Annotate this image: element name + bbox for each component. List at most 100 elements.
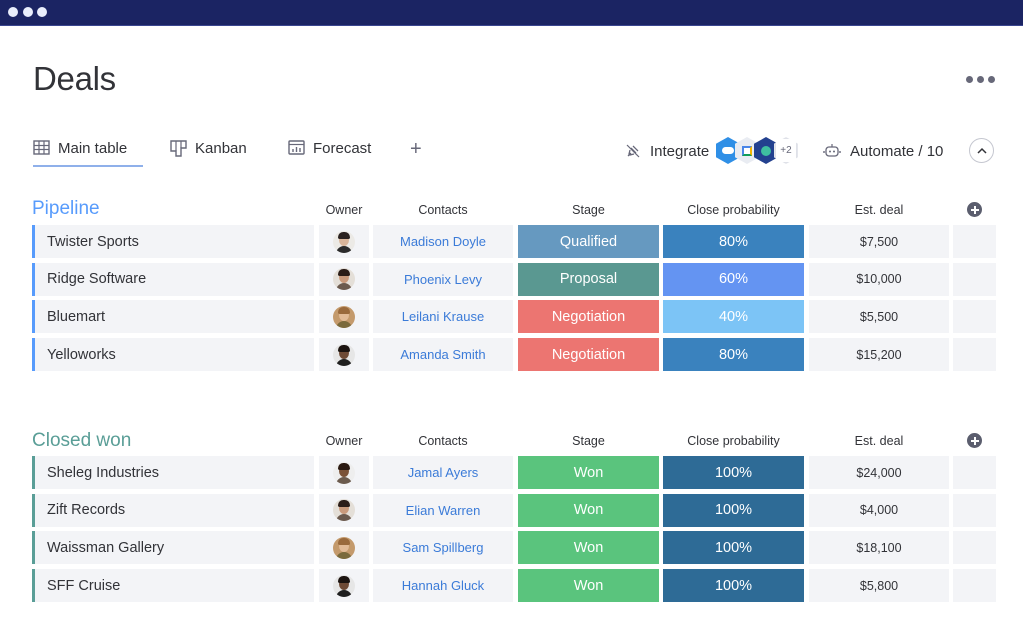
- est-deal-value[interactable]: $4,000: [809, 493, 949, 527]
- est-deal-value[interactable]: $15,200: [809, 338, 949, 372]
- column-header-stage[interactable]: Stage: [518, 203, 659, 217]
- close-probability[interactable]: 40%: [663, 300, 804, 334]
- item-name-cell[interactable]: Bluemart: [32, 300, 314, 334]
- table-row[interactable]: Yelloworks Amanda Smith Negotiation 80% $15,…: [32, 338, 996, 372]
- empty-cell[interactable]: [953, 569, 996, 603]
- owner-cell[interactable]: [319, 225, 369, 258]
- item-name: Sheleg Industries: [47, 464, 160, 481]
- est-deal-value[interactable]: $18,100: [809, 531, 949, 565]
- item-name-cell[interactable]: Sheleg Industries: [32, 456, 314, 489]
- add-column-button[interactable]: [967, 202, 982, 217]
- owner-cell[interactable]: [319, 531, 369, 565]
- table-row[interactable]: Waissman Gallery Sam Spillberg Won 100% $18,…: [32, 531, 996, 565]
- collapse-header-button[interactable]: [969, 138, 994, 163]
- add-view-button[interactable]: +: [410, 139, 422, 159]
- automate-button[interactable]: Automate / 10: [823, 138, 943, 164]
- column-header-contacts[interactable]: Contacts: [373, 434, 513, 448]
- window-dot-icon[interactable]: [37, 7, 47, 17]
- group-color-bar: [32, 225, 35, 258]
- contact-link[interactable]: Jamal Ayers: [373, 456, 513, 489]
- more-options-button[interactable]: [966, 74, 996, 86]
- dot-icon: [966, 76, 973, 83]
- window-dot-icon[interactable]: [23, 7, 33, 17]
- group-color-bar: [32, 493, 35, 527]
- close-probability[interactable]: 80%: [663, 225, 804, 258]
- contact-link[interactable]: Phoenix Levy: [373, 262, 513, 296]
- more-integrations-badge: +2: [774, 137, 798, 164]
- tab-main-table[interactable]: Main table: [33, 136, 143, 168]
- owner-cell[interactable]: [319, 569, 369, 603]
- avatar: [333, 461, 355, 484]
- empty-cell[interactable]: [953, 493, 996, 527]
- tab-kanban[interactable]: Kanban: [170, 136, 247, 168]
- column-header-deal[interactable]: Est. deal: [809, 434, 949, 448]
- close-probability[interactable]: 60%: [663, 262, 804, 296]
- close-probability[interactable]: 100%: [663, 531, 804, 565]
- column-header-probability[interactable]: Close probability: [663, 203, 804, 217]
- est-deal-value[interactable]: $5,500: [809, 300, 949, 334]
- close-probability[interactable]: 100%: [663, 456, 804, 489]
- empty-cell[interactable]: [953, 456, 996, 489]
- column-header-deal[interactable]: Est. deal: [809, 203, 949, 217]
- owner-cell[interactable]: [319, 493, 369, 527]
- window-title-bar: [0, 0, 1023, 26]
- column-header-probability[interactable]: Close probability: [663, 434, 804, 448]
- stage-status[interactable]: Won: [518, 493, 659, 527]
- stage-status[interactable]: Proposal: [518, 262, 659, 296]
- table-row[interactable]: SFF Cruise Hannah Gluck Won 100% $5,800: [32, 569, 996, 603]
- owner-cell[interactable]: [319, 262, 369, 296]
- add-column-button[interactable]: [967, 433, 982, 448]
- item-name-cell[interactable]: Yelloworks: [32, 338, 314, 372]
- window-dot-icon[interactable]: [8, 7, 18, 17]
- item-name: Waissman Gallery: [47, 539, 165, 556]
- item-name-cell[interactable]: Waissman Gallery: [32, 531, 314, 565]
- empty-cell[interactable]: [953, 300, 996, 334]
- owner-cell[interactable]: [319, 300, 369, 334]
- est-deal-value[interactable]: $5,800: [809, 569, 949, 603]
- owner-cell[interactable]: [319, 456, 369, 489]
- column-header-owner[interactable]: Owner: [319, 203, 369, 217]
- column-header-owner[interactable]: Owner: [319, 434, 369, 448]
- group-title[interactable]: Pipeline: [32, 198, 100, 220]
- contact-link[interactable]: Amanda Smith: [373, 338, 513, 372]
- chevron-up-icon: [976, 147, 987, 154]
- empty-cell[interactable]: [953, 338, 996, 372]
- est-deal-value[interactable]: $7,500: [809, 225, 949, 258]
- owner-cell[interactable]: [319, 338, 369, 372]
- tab-forecast[interactable]: Forecast: [288, 136, 371, 168]
- close-probability[interactable]: 80%: [663, 338, 804, 372]
- empty-cell[interactable]: [953, 531, 996, 565]
- item-name-cell[interactable]: SFF Cruise: [32, 569, 314, 603]
- stage-status[interactable]: Won: [518, 569, 659, 603]
- contact-link[interactable]: Leilani Krause: [373, 300, 513, 334]
- stage-status[interactable]: Won: [518, 531, 659, 565]
- empty-cell[interactable]: [953, 262, 996, 296]
- close-probability[interactable]: 100%: [663, 493, 804, 527]
- contact-link[interactable]: Sam Spillberg: [373, 531, 513, 565]
- table-row[interactable]: Bluemart Leilani Krause Negotiation 40% $5,5…: [32, 300, 996, 334]
- contact-link[interactable]: Elian Warren: [373, 493, 513, 527]
- item-name-cell[interactable]: Zift Records: [32, 493, 314, 527]
- item-name-cell[interactable]: Twister Sports: [32, 225, 314, 258]
- table-row[interactable]: Zift Records Elian Warren Won 100% $4,000: [32, 493, 996, 527]
- item-name-cell[interactable]: Ridge Software: [32, 262, 314, 296]
- stage-status[interactable]: Won: [518, 456, 659, 489]
- group-title[interactable]: Closed won: [32, 430, 131, 452]
- table-row[interactable]: Sheleg Industries Jamal Ayers Won 100% $24,0…: [32, 456, 996, 489]
- contact-link[interactable]: Madison Doyle: [373, 225, 513, 258]
- empty-cell[interactable]: [953, 225, 996, 258]
- stage-status[interactable]: Negotiation: [518, 338, 659, 372]
- stage-status[interactable]: Negotiation: [518, 300, 659, 334]
- est-deal-value[interactable]: $10,000: [809, 262, 949, 296]
- est-deal-value[interactable]: $24,000: [809, 456, 949, 489]
- column-header-stage[interactable]: Stage: [518, 434, 659, 448]
- contact-link[interactable]: Hannah Gluck: [373, 569, 513, 603]
- table-row[interactable]: Ridge Software Phoenix Levy Proposal 60% $10…: [32, 262, 996, 296]
- stage-status[interactable]: Qualified: [518, 225, 659, 258]
- column-header-contacts[interactable]: Contacts: [373, 203, 513, 217]
- integrate-button[interactable]: Integrate: [625, 138, 709, 164]
- dot-icon: [988, 76, 995, 83]
- table-row[interactable]: Twister Sports Madison Doyle Qualified 80% $…: [32, 225, 996, 258]
- close-probability[interactable]: 100%: [663, 569, 804, 603]
- avatar: [333, 536, 355, 559]
